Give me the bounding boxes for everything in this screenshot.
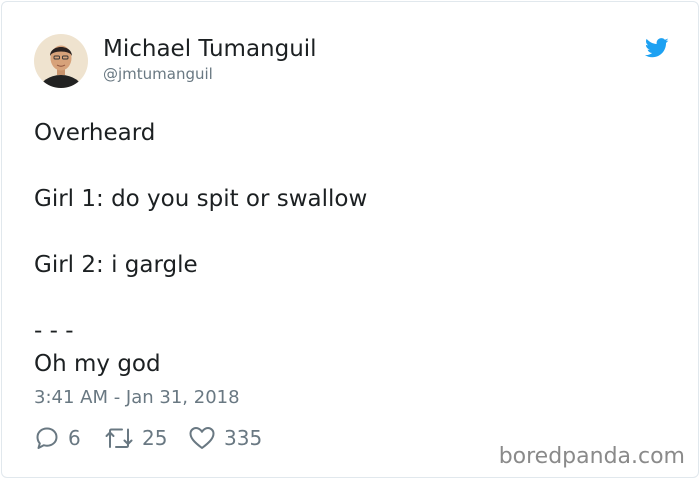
tweet-text-line: Oh my god xyxy=(34,351,161,377)
author-handle[interactable]: @jmtumanguil xyxy=(103,64,213,84)
heart-icon xyxy=(189,427,215,449)
avatar[interactable] xyxy=(34,34,88,88)
tweet-text-line: Girl 1: do you spit or swallow xyxy=(34,186,368,212)
retweet-button[interactable]: 25 xyxy=(104,425,167,451)
reply-count: 6 xyxy=(68,426,81,450)
tweet-card: Michael Tumanguil @jmtumanguil Overheard… xyxy=(1,1,699,478)
twitter-bird-icon[interactable] xyxy=(644,38,669,58)
reply-icon xyxy=(36,427,58,449)
author-name[interactable]: Michael Tumanguil xyxy=(103,35,317,63)
retweet-count: 25 xyxy=(142,426,168,450)
watermark: boredpanda.com xyxy=(498,444,685,469)
like-button[interactable]: 335 xyxy=(188,425,262,451)
like-count: 335 xyxy=(224,426,263,450)
tweet-text-line: Girl 2: i gargle xyxy=(34,252,198,278)
retweet-icon xyxy=(105,428,133,448)
reply-button[interactable]: 6 xyxy=(34,425,81,451)
tweet-timestamp[interactable]: 3:41 AM - Jan 31, 2018 xyxy=(34,387,240,409)
tweet-text-line: Overheard xyxy=(34,120,156,146)
tweet-text-line: - - - xyxy=(34,318,74,344)
